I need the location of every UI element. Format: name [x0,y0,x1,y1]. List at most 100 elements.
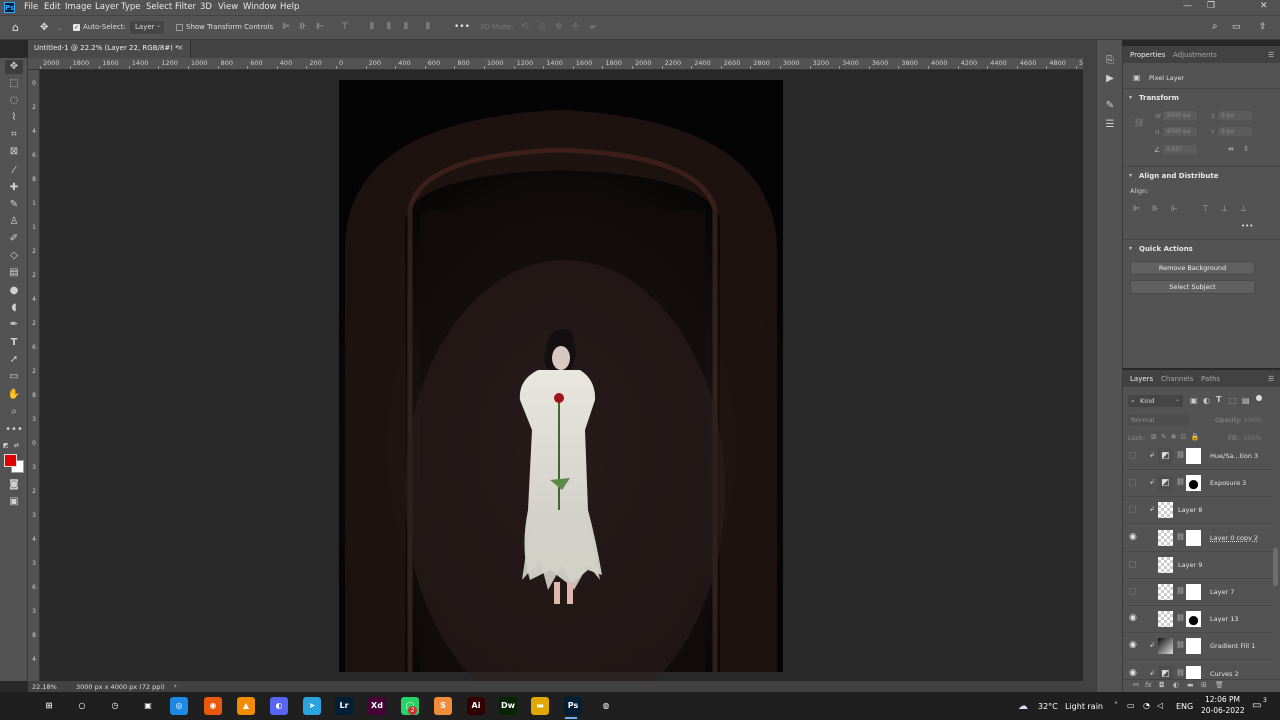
layer-name[interactable]: Gradient Fill 1 [1210,642,1255,650]
layer-name[interactable]: Layer 13 [1210,615,1238,623]
layer-name[interactable]: Curves 2 [1210,670,1239,678]
quick-select-tool-icon[interactable]: ⌇ [5,111,23,125]
remove-background-button[interactable]: Remove Background [1130,261,1255,275]
restore-button[interactable]: ❐ [1207,1,1215,11]
chevron-down-icon[interactable]: ▾ [1129,172,1132,179]
layer-thumbnail[interactable] [1158,529,1173,546]
layers-scrollbar[interactable] [1273,548,1278,586]
adjustment-icon[interactable]: ◩ [1158,665,1173,679]
layer-thumbnail[interactable] [1158,611,1173,628]
3d-slide-icon[interactable]: ✣ [572,22,580,32]
mask-link-icon[interactable]: ⛓ [1176,614,1185,622]
layer-row[interactable]: ◉ ↲ ⛓ Gradient Fill 1 [1123,633,1273,661]
link-layers-icon[interactable]: ⚯ [1133,681,1139,689]
cloud-rain-icon[interactable]: ☁ [1018,701,1028,712]
weather-text[interactable]: Light rain [1065,702,1103,711]
align-top-icon[interactable]: ⊤ [341,22,349,32]
layer-row[interactable]: Layer 9 [1123,552,1273,579]
adjustments-sliders-icon[interactable]: ☰ [1103,119,1117,133]
layer-row[interactable]: ⛓ Layer 7 [1123,579,1273,606]
crop-tool-icon[interactable]: ⌗ [5,128,23,142]
link-icon[interactable]: ⛓ [1134,118,1144,127]
visibility-eye-icon[interactable]: ◉ [1129,640,1137,650]
document-canvas[interactable] [40,70,1083,681]
visibility-toggle[interactable] [1129,479,1136,487]
history-icon[interactable]: ⎘ [1103,55,1117,69]
default-colors-icon[interactable]: ◩ [3,442,9,449]
more-options-icon[interactable]: ••• [454,22,470,32]
layer-mask-thumbnail[interactable] [1186,475,1201,492]
share-icon[interactable]: ⇪ [1259,22,1267,32]
mask-link-icon[interactable]: ⛓ [1176,669,1185,677]
visibility-toggle[interactable] [1129,506,1136,514]
visibility-toggle[interactable] [1129,560,1136,568]
filter-type-icon[interactable]: T [1216,395,1221,404]
visibility-eye-icon[interactable]: ◉ [1129,613,1137,623]
layer-row[interactable]: ↲ ◩ ⛓ Hue/Sa...tion 3 [1123,443,1273,470]
tab-paths[interactable]: Paths [1201,375,1220,383]
3d-roll-icon[interactable]: ◎ [538,22,546,32]
taskbar-photoshop-icon[interactable]: Ps [564,697,582,715]
add-mask-icon[interactable]: ◘ [1159,681,1165,689]
visibility-eye-icon[interactable]: ◉ [1129,668,1137,678]
layer-mask-thumbnail[interactable] [1186,448,1201,464]
align-horizontal-centers-icon[interactable]: ⊪ [1152,204,1159,213]
gradient-tool-icon[interactable]: ▤ [5,266,23,280]
healing-brush-tool-icon[interactable]: ✚ [5,181,23,195]
menu-filter[interactable]: Filter [175,2,196,12]
adjustment-icon[interactable]: ◩ [1158,475,1173,492]
distribute-icon[interactable]: ⫴ [387,22,391,32]
layer-name[interactable]: Layer 9 [1178,561,1202,569]
fill-value[interactable]: 100% [1243,434,1262,442]
swap-colors-icon[interactable]: ⇄ [14,442,19,449]
tab-adjustments[interactable]: Adjustments [1173,51,1217,59]
target-dropdown[interactable]: Layer ⌄ [130,21,164,34]
menu-type[interactable]: Type [121,2,141,12]
minimize-button[interactable]: — [1183,1,1192,11]
taskbar-firefox-icon[interactable]: ◉ [204,697,222,715]
3d-rotate-icon[interactable]: ⟲ [521,22,529,32]
foreground-color-swatch[interactable] [4,454,17,467]
filter-pixel-icon[interactable]: ▣ [1190,396,1198,405]
new-layer-icon[interactable]: ⊞ [1201,681,1207,689]
mask-link-icon[interactable]: ⛓ [1176,478,1185,486]
taskbar-start-icon[interactable]: ⊞ [40,697,58,715]
taskbar-lightroom-icon[interactable]: Lr [335,697,353,715]
visibility-toggle[interactable] [1129,452,1136,459]
pen-tool-icon[interactable]: ✒ [5,318,23,332]
layer-row[interactable]: ◉ ⛓ Layer 0 copy 2 [1123,525,1273,552]
taskbar-search-icon[interactable]: ○ [73,697,91,715]
taskbar-clock-app-icon[interactable]: ◷ [106,697,124,715]
dodge-tool-icon[interactable]: ◖ [5,301,23,315]
adjustment-icon[interactable]: ◩ [1158,448,1173,464]
taskbar-dreamweaver-icon[interactable]: Dw [499,697,517,715]
opacity-value[interactable]: 100% [1243,416,1262,424]
align-right-icon[interactable]: ⊩ [316,22,324,32]
taskbar-telegram-icon[interactable]: ➤ [303,697,321,715]
notification-icon[interactable]: ▭ [1252,700,1261,711]
layer-row[interactable]: ↲ Layer 8 [1123,497,1273,525]
menu-edit[interactable]: Edit [44,2,60,12]
chevron-down-icon[interactable]: ▾ [1129,245,1132,252]
align-bottom-edges-icon[interactable]: ⊥ [1240,204,1247,213]
history-brush-tool-icon[interactable]: ✐ [5,232,23,246]
marquee-tool-icon[interactable]: ⬚ [5,77,23,91]
close-tab-icon[interactable]: × [177,43,184,52]
tab-properties[interactable]: Properties [1130,51,1165,59]
filter-kind-dropdown[interactable]: ⌕ Kind ⌄ [1128,395,1183,407]
align-center-icon[interactable]: ⊪ [299,22,307,32]
layer-row[interactable]: ↲ ◩ ⛓ Exposure 3 [1123,470,1273,498]
adjustment-layer-icon[interactable]: ◐ [1173,681,1179,689]
y-field[interactable]: 0 px [1218,127,1252,136]
align-vertical-centers-icon[interactable]: ⊥ [1221,204,1228,213]
mask-link-icon[interactable]: ⛓ [1176,451,1185,459]
actions-play-icon[interactable]: ▶ [1103,73,1117,87]
taskbar-media-icon[interactable]: ▣ [139,697,157,715]
width-field[interactable]: 3000 px [1163,111,1197,120]
edit-toolbar-icon[interactable]: ••• [5,423,23,437]
new-group-icon[interactable]: ▬ [1187,681,1194,689]
home-icon[interactable]: ⌂ [12,21,19,34]
x-field[interactable]: 0 px [1218,111,1252,120]
mask-link-icon[interactable]: ⛓ [1176,641,1185,649]
horizontal-ruler[interactable]: 2000 1800 1600 1400 1200 1000 800 600 400 200 0 200… [28,58,1083,70]
